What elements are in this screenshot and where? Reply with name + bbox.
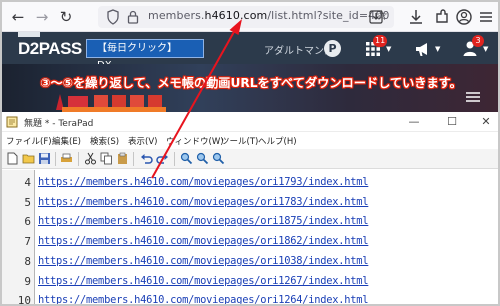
editor-line: 8 https://members.h4610.com/moviepages/o… [2,251,498,271]
daily-click-button[interactable]: 【毎日クリック】 DX... [86,39,204,71]
url-text[interactable]: members.h4610.com/list.html?site_id=400 [148,9,389,22]
menu-view[interactable]: 表示(V) [128,135,157,147]
cut-icon[interactable] [84,152,97,165]
chevron-down-icon: ▼ [435,45,441,53]
terapad-app-icon [6,116,18,128]
site-header: D2PASS 【毎日クリック】 DX... アダルトマンガ P 11 ▼ ▼ 3… [2,32,498,71]
forward-icon[interactable]: → [32,7,52,27]
terapad-menubar: ファイル(F) 編集(E) 検索(S) 表示(V) ウィンドウ(W) ツール(T… [2,133,498,148]
line-number: 4 [24,176,31,189]
browser-toolbar: ← → ↻ members.h4610.com/list.html?site_i… [2,2,498,32]
toolbar-separator [174,152,175,166]
url-line-text[interactable]: https://members.h4610.com/moviepages/ori… [38,275,369,287]
extensions-icon[interactable] [432,7,452,27]
terapad-toolbar [2,149,498,169]
replace-icon[interactable] [212,152,225,165]
banner-logo-image [56,94,166,112]
redo-icon[interactable] [156,152,169,165]
download-toolbar-icon[interactable] [406,7,426,27]
editor-line: 5 https://members.h4610.com/moviepages/o… [2,192,498,212]
point-icon[interactable]: P [324,40,341,57]
url-bar[interactable]: members.h4610.com/list.html?site_id=400 … [98,6,394,28]
terapad-titlebar: 無題 * - TeraPad — ☐ ✕ [2,112,498,132]
url-line-text[interactable]: https://members.h4610.com/moviepages/ori… [38,255,369,267]
menu-file[interactable]: ファイル(F) [6,135,52,147]
lock-icon[interactable] [126,9,140,25]
text-editor[interactable]: 4 https://members.h4610.com/moviepages/o… [2,170,498,306]
editor-line: 10 https://members.h4610.com/moviepages/… [2,290,498,306]
save-icon[interactable] [38,152,51,165]
menu-icon[interactable] [476,7,496,27]
site-logo[interactable]: D2PASS [18,39,82,59]
menu-help[interactable]: ヘルプ(H) [258,135,297,147]
menu-window[interactable]: ウィンドウ(W) [166,135,224,147]
copy-icon[interactable] [100,152,113,165]
url-line-text[interactable]: https://members.h4610.com/moviepages/ori… [38,215,369,227]
find-next-icon[interactable] [196,152,209,165]
editor-line: 9 https://members.h4610.com/moviepages/o… [2,271,498,291]
print-icon[interactable] [60,152,73,165]
undo-icon[interactable] [140,152,153,165]
url-prefix: members. [148,9,205,22]
menu-search[interactable]: 検索(S) [90,135,119,147]
url-domain: h4610.com [204,9,268,22]
chevron-down-icon: ▼ [386,45,392,53]
shield-icon[interactable] [106,9,120,25]
logo-accent [18,32,40,37]
line-number: 7 [24,235,31,249]
url-line-text[interactable]: https://members.h4610.com/moviepages/ori… [38,196,369,208]
toolbar-separator [55,152,56,166]
editor-line: 7 https://members.h4610.com/moviepages/o… [2,231,498,251]
account-icon[interactable] [454,7,474,27]
instruction-callout: ③～⑤を繰り返して、メモ帳の動画URLをすべてダウンロードしていきます。 [40,76,462,90]
chevron-down-icon: ▼ [483,45,489,53]
maximize-icon[interactable]: ☐ [444,114,460,130]
line-number: 8 [24,254,31,268]
megaphone-icon[interactable] [414,41,432,57]
line-number: 5 [24,195,31,209]
star-icon[interactable]: ☆ [375,8,388,24]
window-title: 無題 * - TeraPad [24,119,94,129]
url-line-text[interactable]: https://members.h4610.com/moviepages/ori… [38,176,369,188]
back-icon[interactable]: ← [8,7,28,27]
menu-tools[interactable]: ツール(T) [221,135,258,147]
url-line-text[interactable]: https://members.h4610.com/moviepages/ori… [38,235,369,247]
toolbar-separator [78,152,79,166]
screenshot-frame: ← → ↻ members.h4610.com/list.html?site_i… [0,0,500,306]
paste-icon[interactable] [116,152,129,165]
reload-icon[interactable]: ↻ [56,7,76,27]
line-number: 10 [17,294,31,306]
editor-line: 4 https://members.h4610.com/moviepages/o… [2,172,498,192]
line-number: 6 [24,215,31,229]
new-file-icon[interactable] [6,152,19,165]
minimize-icon[interactable]: — [406,114,422,130]
editor-line: 6 https://members.h4610.com/moviepages/o… [2,211,498,231]
url-line-text[interactable]: https://members.h4610.com/moviepages/ori… [38,294,369,304]
line-number: 9 [24,274,31,288]
close-icon[interactable]: ✕ [478,114,494,130]
open-folder-icon[interactable] [22,152,35,165]
find-icon[interactable] [180,152,193,165]
menu-edit[interactable]: 編集(E) [52,135,81,147]
toolbar-separator [133,152,134,166]
